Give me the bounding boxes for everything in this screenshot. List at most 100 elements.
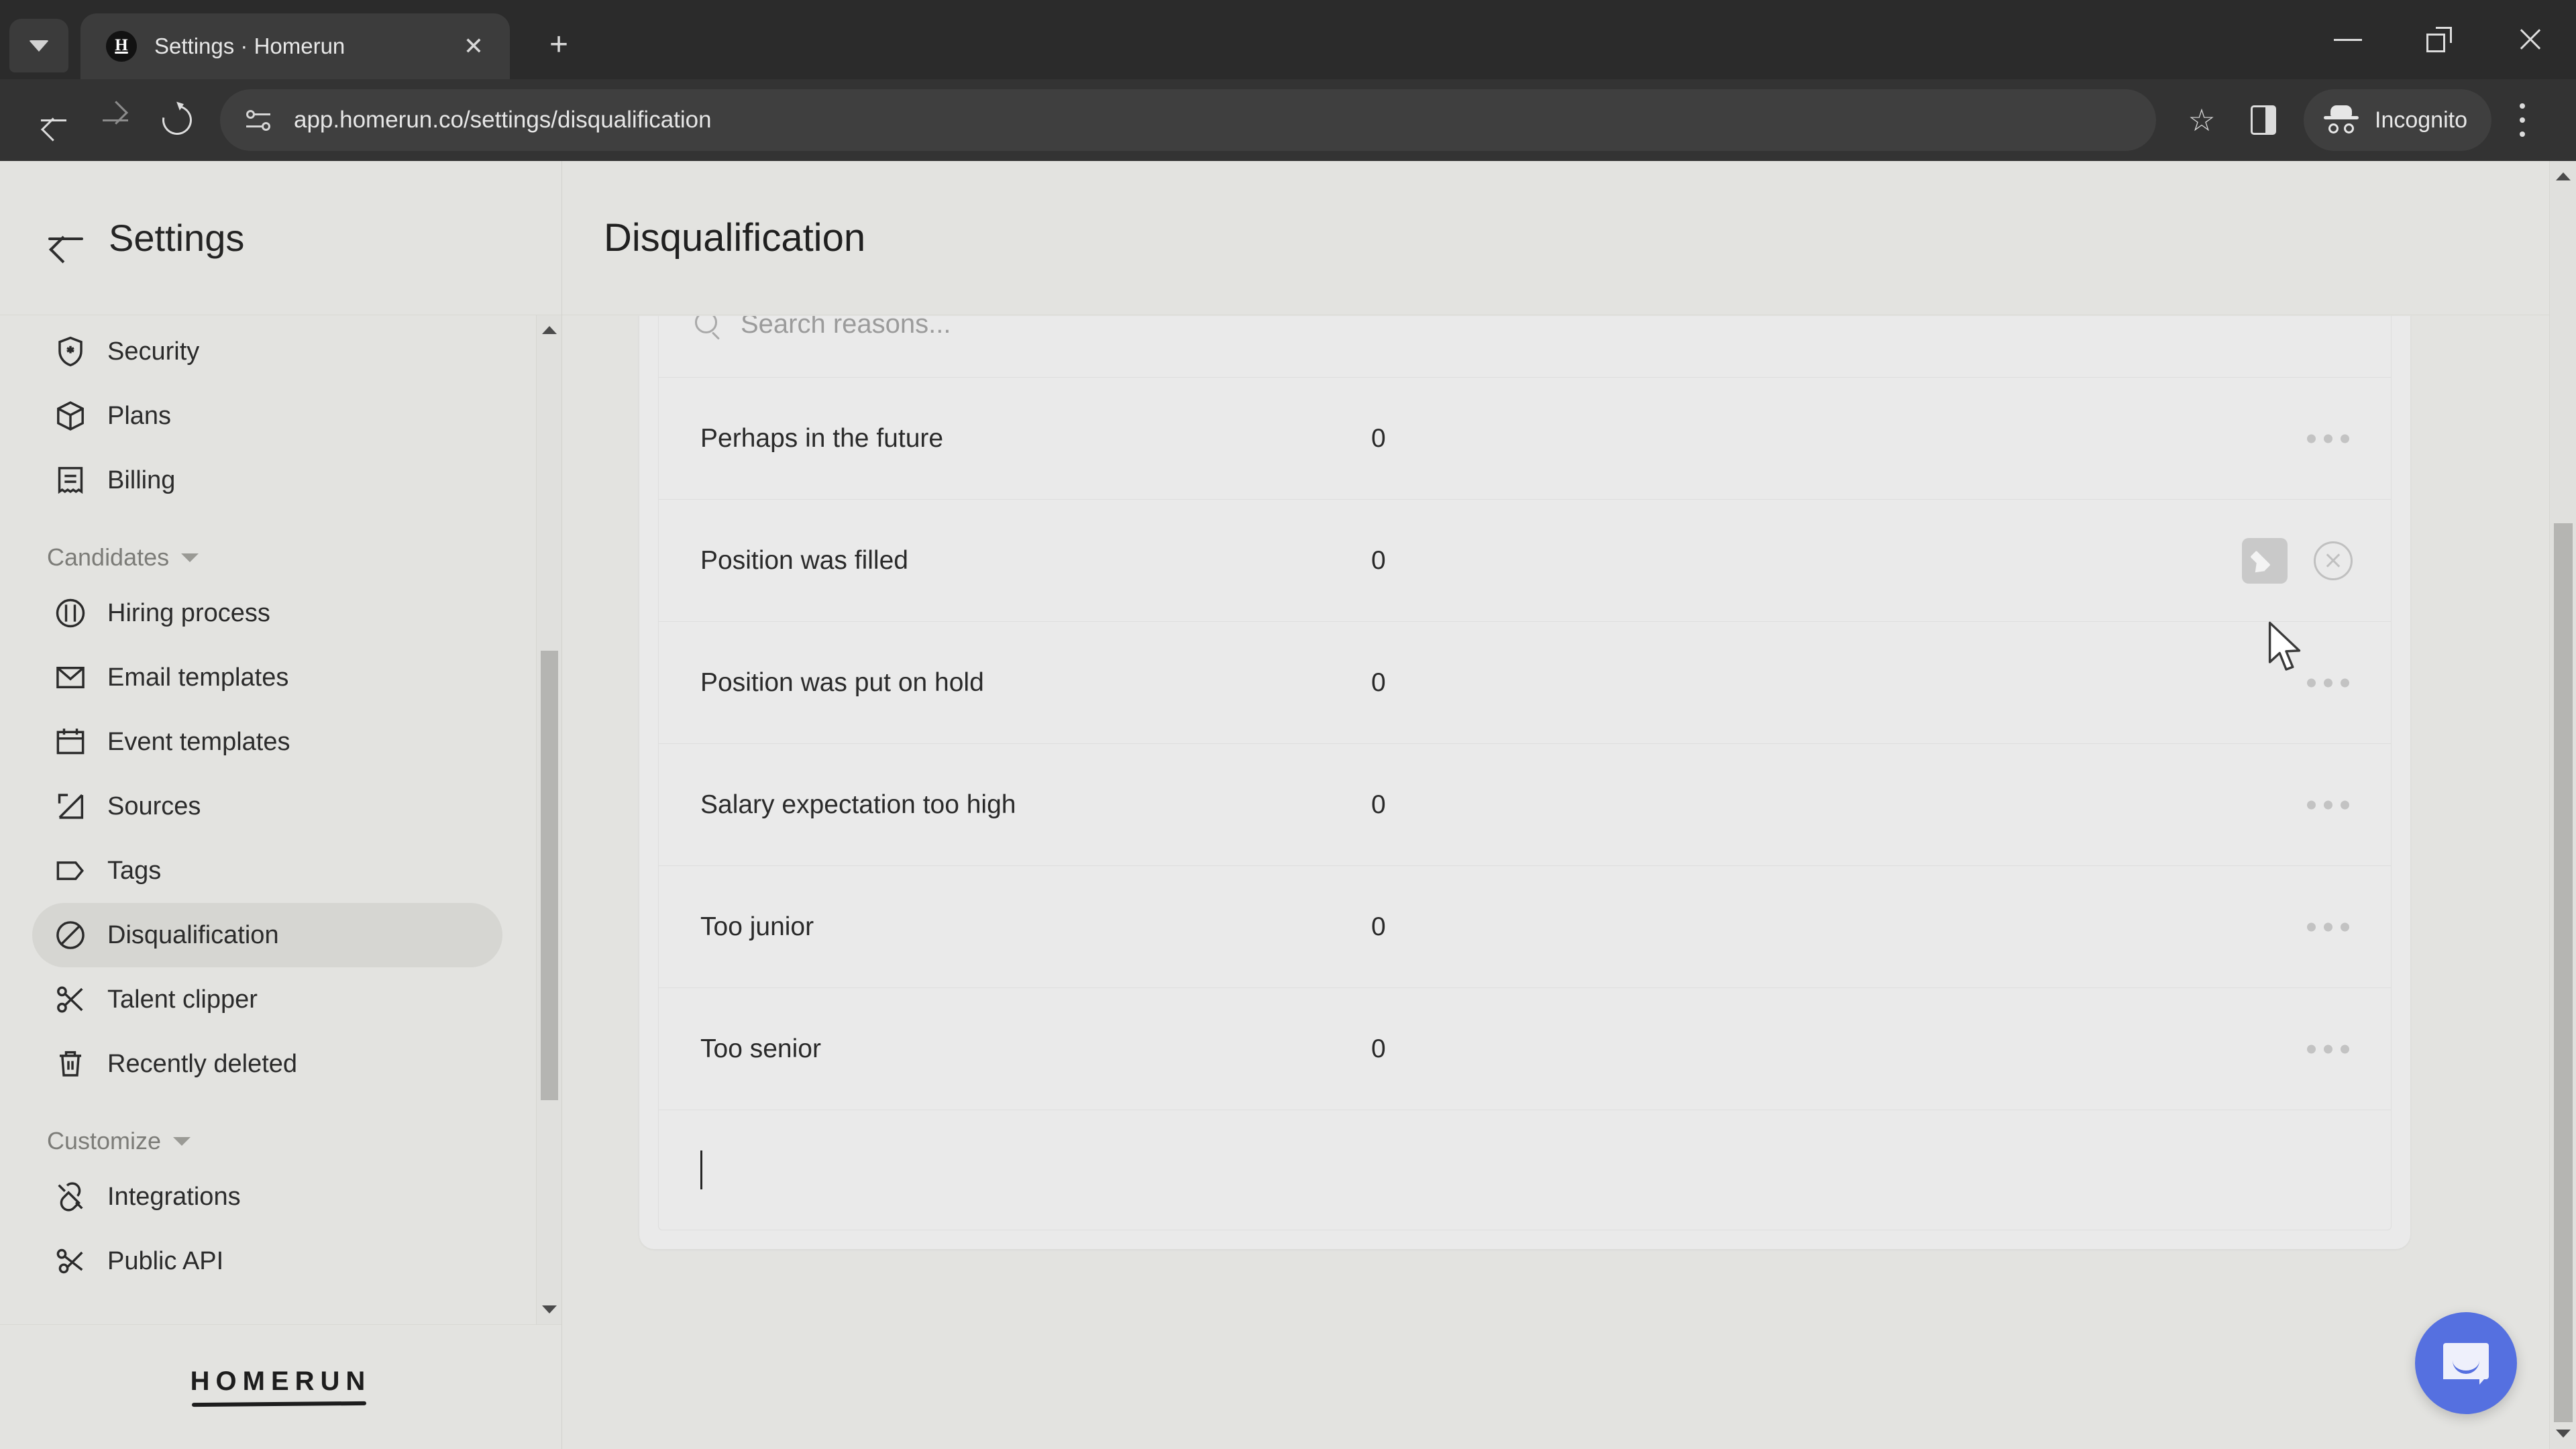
side-panel-button[interactable] (2233, 89, 2294, 151)
sidebar-item-label: Recently deleted (107, 1049, 298, 1078)
table-row[interactable]: Position was filled 0 (659, 500, 2391, 622)
reason-name: Position was filled (700, 545, 908, 575)
minimize-button[interactable] (2302, 0, 2394, 79)
sidebar-item-label: Disqualification (107, 920, 279, 949)
reasons-card: Search reasons... Perhaps in the future … (639, 316, 2410, 1249)
table-row[interactable]: Too junior 0 (659, 866, 2391, 988)
sidebar-item-disqualification[interactable]: Disqualification (32, 903, 502, 967)
sidebar-scrollbar-thumb[interactable] (541, 651, 558, 1100)
sidebar-item-integrations[interactable]: Integrations (32, 1165, 502, 1229)
sidebar-scrollbar[interactable] (536, 315, 561, 1324)
edit-reason-button[interactable] (2242, 537, 2288, 584)
reason-count: 0 (1371, 790, 1386, 819)
sidebar-item-hiring-process[interactable]: Hiring process (32, 581, 502, 645)
browser-tab[interactable]: H Settings · Homerun ✕ (80, 13, 510, 79)
chevron-down-icon (181, 553, 199, 562)
search-icon (695, 316, 722, 338)
sidebar-title: Settings (109, 217, 245, 259)
close-icon[interactable]: ✕ (455, 28, 492, 65)
delete-reason-button[interactable] (2310, 538, 2356, 584)
sidebar-item-event-templates[interactable]: Event templates (32, 710, 502, 774)
table-row[interactable]: Perhaps in the future 0 (659, 378, 2391, 500)
forward-button[interactable] (85, 89, 146, 151)
more-options-icon[interactable] (2300, 666, 2356, 699)
more-options-icon[interactable] (2300, 910, 2356, 943)
kebab-menu-icon (2506, 99, 2539, 141)
more-options-icon[interactable] (2300, 788, 2356, 821)
back-arrow-icon[interactable] (48, 223, 83, 253)
address-bar-url: app.homerun.co/settings/disqualification (294, 107, 712, 133)
page-scroll-down-button[interactable] (2550, 1418, 2576, 1449)
row-actions (2300, 788, 2356, 821)
sidebar-item-label: Plans (107, 401, 172, 430)
table-row[interactable]: Position was put on hold 0 (659, 622, 2391, 744)
close-icon (2517, 26, 2544, 53)
maximize-button[interactable] (2394, 0, 2485, 79)
table-row[interactable]: Salary expectation too high 0 (659, 744, 2391, 866)
side-panel-icon (2251, 105, 2276, 135)
sidebar-footer: HOMERUN (0, 1324, 561, 1449)
sidebar-item-label: Integrations (107, 1182, 241, 1211)
back-button[interactable] (23, 89, 85, 151)
sidebar-item-label: Public API (107, 1246, 224, 1275)
reason-count: 0 (1371, 912, 1386, 941)
sidebar-scroll-area: Security Plans Billing Candidates Hiring… (0, 315, 561, 1324)
row-actions (2300, 1032, 2356, 1065)
browser-window: H Settings · Homerun ✕ + app.homerun.co/… (0, 0, 2576, 1449)
sidebar-item-recently-deleted[interactable]: Recently deleted (32, 1032, 502, 1096)
page-scroll-up-button[interactable] (2550, 161, 2576, 192)
main-header: Disqualification (562, 161, 2576, 315)
chevron-up-icon (2556, 172, 2571, 180)
minimize-icon (2334, 38, 2362, 41)
row-actions (2300, 422, 2356, 455)
browser-menu-button[interactable] (2491, 89, 2553, 151)
homerun-favicon-icon: H (106, 31, 137, 62)
shield-star-icon (51, 332, 90, 371)
close-window-button[interactable] (2485, 0, 2576, 79)
new-tab-button[interactable]: + (535, 21, 582, 68)
sidebar-item-sources[interactable]: Sources (32, 774, 502, 839)
site-settings-icon[interactable] (243, 105, 274, 136)
search-reasons-field[interactable]: Search reasons... (659, 316, 2391, 378)
reason-count: 0 (1371, 423, 1386, 453)
calendar-icon (51, 722, 90, 761)
restore-icon (2426, 27, 2452, 52)
sidebar-scroll-up-button[interactable] (537, 315, 562, 345)
page-scrollbar-thumb[interactable] (2554, 523, 2573, 1422)
address-bar[interactable]: app.homerun.co/settings/disqualification (220, 89, 2156, 151)
new-reason-input[interactable] (659, 1110, 2391, 1230)
sidebar-group-candidates[interactable]: Candidates (47, 543, 535, 572)
chat-support-button[interactable] (2415, 1312, 2517, 1414)
tab-search-button[interactable] (9, 19, 68, 72)
row-actions (2242, 537, 2356, 584)
sidebar-item-label: Email templates (107, 663, 289, 692)
more-options-icon[interactable] (2300, 422, 2356, 455)
sidebar-item-plans[interactable]: Plans (32, 384, 502, 448)
bookmark-button[interactable]: ☆ (2171, 89, 2233, 151)
sidebar-item-public-api[interactable]: Public API (32, 1229, 502, 1293)
process-circle-icon (51, 594, 90, 633)
incognito-badge[interactable]: Incognito (2304, 89, 2491, 151)
reload-button[interactable] (146, 89, 208, 151)
back-arrow-icon (40, 106, 68, 134)
sidebar-scroll-down-button[interactable] (537, 1295, 562, 1324)
page-scrollbar[interactable] (2549, 161, 2576, 1449)
circle-x-icon (2314, 541, 2353, 580)
sidebar-item-label: Security (107, 337, 200, 366)
sidebar-group-customize[interactable]: Customize (47, 1127, 535, 1155)
sidebar-item-security[interactable]: Security (32, 319, 502, 384)
chevron-up-icon (542, 326, 557, 334)
more-options-icon[interactable] (2300, 1032, 2356, 1065)
sidebar-item-billing[interactable]: Billing (32, 448, 502, 513)
search-placeholder: Search reasons... (741, 316, 951, 339)
row-actions (2300, 910, 2356, 943)
sidebar-item-label: Event templates (107, 727, 290, 756)
star-icon: ☆ (2188, 103, 2216, 138)
sidebar-item-talent-clipper[interactable]: Talent clipper (32, 967, 502, 1032)
sidebar-item-email-templates[interactable]: Email templates (32, 645, 502, 710)
reason-count: 0 (1371, 1034, 1386, 1063)
table-row[interactable]: Too senior 0 (659, 988, 2391, 1110)
envelope-icon (51, 658, 90, 697)
sidebar-item-tags[interactable]: Tags (32, 839, 502, 903)
reload-icon (156, 99, 198, 141)
